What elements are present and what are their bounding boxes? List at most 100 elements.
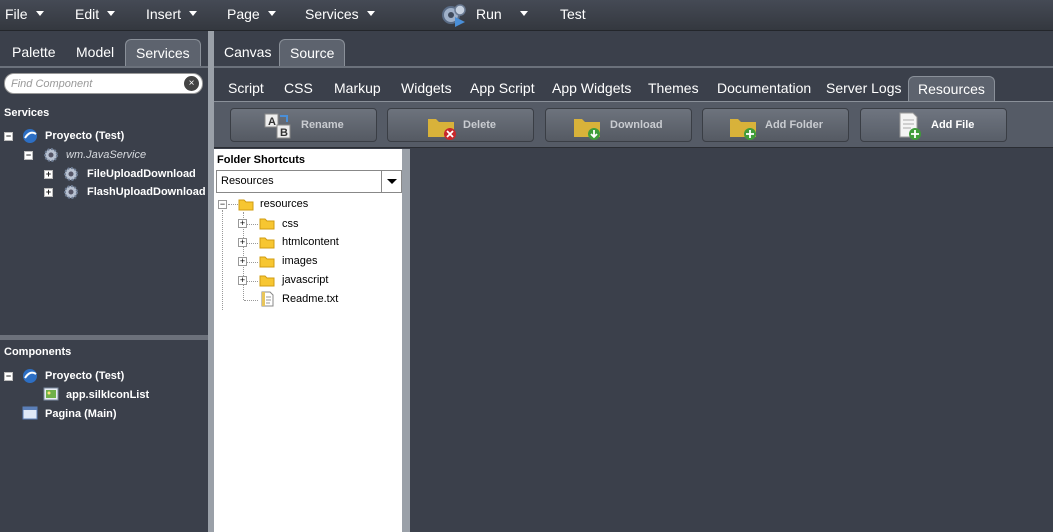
tab-canvas[interactable]: Canvas (214, 39, 281, 66)
page-icon (22, 406, 38, 420)
tab-themes[interactable]: Themes (639, 76, 708, 101)
tree-item-flashuploaddownload[interactable]: FlashUploadDownload (87, 183, 206, 201)
collapse-icon[interactable]: − (4, 132, 13, 141)
menu-services[interactable]: Services (305, 0, 375, 30)
folder-panel-splitter[interactable] (402, 149, 410, 532)
folder-shortcuts-panel: Folder Shortcuts Resources − resources +… (214, 149, 402, 532)
tab-app-widgets[interactable]: App Widgets (543, 76, 640, 101)
tab-divider (214, 66, 1053, 68)
folder-icon (238, 199, 254, 211)
menu-page[interactable]: Page (227, 0, 276, 30)
tree-guide (228, 204, 238, 205)
tree-guide (222, 210, 223, 310)
svg-text:B: B (280, 127, 288, 139)
chevron-down-icon (189, 11, 198, 16)
chevron-down-icon[interactable] (381, 171, 401, 192)
tab-widgets[interactable]: Widgets (392, 76, 461, 101)
tree-item-htmlcontent[interactable]: htmlcontent (282, 233, 339, 251)
tab-source[interactable]: Source (279, 39, 346, 66)
tree-item-readme[interactable]: Readme.txt (282, 290, 338, 308)
resources-toolbar: A B Rename Delete Download Add Folder Ad… (214, 101, 1053, 148)
tab-script[interactable]: Script (219, 76, 273, 101)
tree-guide (244, 300, 258, 301)
tab-services[interactable]: Services (125, 39, 201, 66)
panel-splitter[interactable] (0, 335, 208, 340)
resource-content-area (410, 149, 1053, 532)
project-icon (23, 129, 37, 143)
gear-icon (64, 167, 78, 181)
main-tab-strip: Canvas Source (214, 39, 1053, 66)
icon-list-icon (43, 387, 59, 401)
expand-icon[interactable]: + (44, 188, 53, 197)
download-folder-icon (574, 119, 600, 140)
tab-resources[interactable]: Resources (908, 76, 995, 101)
add-file-button[interactable]: Add File (860, 108, 1007, 142)
collapse-icon[interactable]: − (4, 372, 13, 381)
folder-icon (259, 275, 275, 287)
menu-file[interactable]: File (5, 0, 44, 30)
add-file-icon (899, 112, 921, 140)
run-gear-icon[interactable] (441, 3, 467, 27)
download-label: Download (610, 119, 663, 131)
run-button[interactable]: Run (476, 0, 528, 30)
tree-item-css[interactable]: css (282, 215, 299, 233)
services-section-title: Services (4, 107, 50, 119)
chevron-down-icon (267, 11, 276, 16)
tree-item-javaservice[interactable]: wm.JavaService (66, 146, 146, 164)
expand-icon[interactable]: + (238, 257, 247, 266)
test-button[interactable]: Test (560, 0, 586, 30)
tab-palette[interactable]: Palette (2, 39, 66, 66)
source-tab-strip: Script CSS Markup Widgets App Script App… (214, 76, 1053, 101)
left-panel: Palette Model Services × Services − Proy… (0, 31, 208, 532)
text-file-icon (261, 291, 274, 307)
collapse-icon[interactable]: − (218, 200, 227, 209)
expand-icon[interactable]: + (44, 170, 53, 179)
tree-item-project[interactable]: Proyecto (Test) (45, 367, 124, 385)
expand-icon[interactable]: + (238, 276, 247, 285)
menu-edit[interactable]: Edit (75, 0, 116, 30)
folder-icon (259, 218, 275, 230)
delete-folder-icon (428, 119, 456, 140)
tree-item-project[interactable]: Proyecto (Test) (45, 127, 124, 145)
chevron-down-icon (35, 11, 44, 16)
search-input[interactable] (11, 74, 181, 93)
tab-model[interactable]: Model (66, 39, 124, 66)
chevron-down-icon (366, 11, 375, 16)
gear-icon (64, 185, 78, 199)
selected-shortcut: Resources (221, 175, 274, 187)
add-folder-icon (730, 119, 756, 140)
tree-item-fileuploaddownload[interactable]: FileUploadDownload (87, 165, 196, 183)
folder-icon (259, 256, 275, 268)
expand-icon[interactable]: + (238, 219, 247, 228)
tab-server-logs[interactable]: Server Logs (817, 76, 910, 101)
tab-divider (0, 66, 208, 68)
rename-label: Rename (301, 119, 344, 131)
menubar: File Edit Insert Page Services Run Test (0, 0, 1053, 31)
tree-item-page-main[interactable]: Pagina (Main) (45, 405, 117, 423)
project-icon (23, 369, 37, 383)
tree-item-silkiconlist[interactable]: app.silkIconList (66, 386, 149, 404)
clear-icon[interactable]: × (184, 76, 199, 91)
delete-button[interactable]: Delete (387, 108, 534, 142)
tree-item-images[interactable]: images (282, 252, 317, 270)
tab-css[interactable]: CSS (275, 76, 322, 101)
tree-item-resources[interactable]: resources (260, 195, 308, 213)
find-component-search: × (4, 73, 203, 94)
collapse-icon[interactable]: − (24, 151, 33, 160)
folder-shortcuts-title: Folder Shortcuts (217, 154, 306, 166)
svg-text:A: A (268, 116, 276, 128)
expand-icon[interactable]: + (238, 238, 247, 247)
add-file-label: Add File (931, 119, 975, 131)
folder-shortcuts-select[interactable]: Resources (216, 170, 402, 193)
menu-insert[interactable]: Insert (146, 0, 198, 30)
rename-button[interactable]: A B Rename (230, 108, 377, 142)
tree-item-javascript[interactable]: javascript (282, 271, 328, 289)
folder-icon (259, 237, 275, 249)
download-button[interactable]: Download (545, 108, 692, 142)
tab-app-script[interactable]: App Script (461, 76, 544, 101)
tab-markup[interactable]: Markup (325, 76, 390, 101)
delete-label: Delete (463, 119, 497, 131)
add-folder-button[interactable]: Add Folder (702, 108, 849, 142)
rename-icon: A B (264, 113, 291, 139)
tab-documentation[interactable]: Documentation (708, 76, 820, 101)
